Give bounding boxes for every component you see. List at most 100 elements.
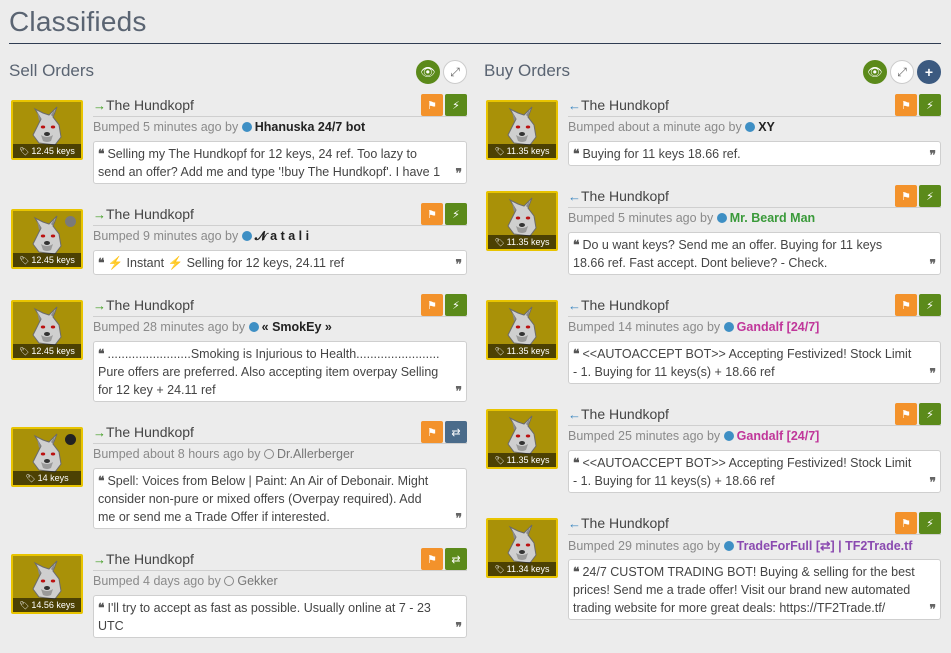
user-link[interactable]: Gekker	[237, 574, 277, 588]
online-status-icon	[723, 431, 734, 441]
online-status-icon	[716, 213, 727, 223]
eye-icon[interactable]: 👁	[863, 60, 887, 84]
sell-orders-tools: 👁 ⤢	[416, 60, 467, 84]
quote-close-icon: ❞	[455, 384, 463, 398]
flag-icon[interactable]: ⚑	[421, 203, 443, 225]
item-name[interactable]: The Hundkopf	[581, 297, 669, 313]
item-name[interactable]: The Hundkopf	[106, 424, 194, 440]
listing-header: →The Hundkopf ⚑ ⇄	[93, 421, 467, 444]
quote-open-icon: ❝	[573, 238, 580, 252]
flag-icon[interactable]: ⚑	[421, 94, 443, 116]
flag-icon[interactable]: ⚑	[895, 294, 917, 316]
user-link[interactable]: Mr. Beard Man	[730, 211, 815, 225]
user-link[interactable]: Dr.Allerberger	[277, 447, 354, 461]
item-name[interactable]: The Hundkopf	[106, 206, 194, 222]
item-thumbnail[interactable]: 🏷︎ 11.34 keys	[486, 518, 558, 578]
item-thumbnail[interactable]: 🏷︎ 11.35 keys	[486, 191, 558, 251]
bolt-icon[interactable]: ⚡︎	[919, 294, 941, 316]
user-link[interactable]: Gandalf [24/7]	[737, 429, 820, 443]
bolt-icon[interactable]: ⚡︎	[919, 94, 941, 116]
quote-close-icon: ❞	[455, 511, 463, 525]
item-title: →The Hundkopf	[93, 551, 194, 569]
item-thumbnail[interactable]: 🏷︎ 12.45 keys	[11, 209, 83, 269]
listing-comment: ❝ I'll try to accept as fast as possible.…	[93, 595, 467, 638]
bumped-text: Bumped about 8 hours ago by	[93, 447, 261, 461]
eye-icon[interactable]: 👁	[416, 60, 440, 84]
sell-orders-header: Sell Orders 👁 ⤢	[9, 54, 467, 94]
item-title: ←The Hundkopf	[568, 297, 669, 315]
user-link[interactable]: 𝓝 a t a l i	[255, 229, 309, 243]
listing-comment: ❝ Spell: Voices from Below | Paint: An Ai…	[93, 468, 467, 529]
price-tag-icon: 🏷︎	[494, 347, 505, 356]
price-value: 11.35 keys	[506, 146, 550, 156]
flag-icon[interactable]: ⚑	[895, 185, 917, 207]
item-price: 🏷︎ 11.34 keys	[488, 562, 556, 576]
sell-orders-column: Sell Orders 👁 ⤢ 🏷︎ 12.45 keys →The Hundko…	[9, 54, 467, 638]
item-thumbnail[interactable]: 🏷︎ 14.56 keys	[11, 554, 83, 614]
bolt-icon[interactable]: ⚡︎	[919, 403, 941, 425]
bolt-icon[interactable]: ⚡︎	[445, 294, 467, 316]
item-name[interactable]: The Hundkopf	[106, 551, 194, 567]
buy-orders-header: Buy Orders 👁 ⤢ +	[484, 54, 941, 94]
bumped-line: Bumped 5 minutes ago by Mr. Beard Man	[568, 211, 941, 229]
listing-comment: ❝ ........................Smoking is Inju…	[93, 341, 467, 402]
bumped-line: Bumped about 8 hours ago by Dr.Allerberg…	[93, 447, 467, 465]
user-link[interactable]: TradeForFull [⇄] | TF2Trade.tf	[737, 539, 913, 553]
listing-comment: ❝ <<AUTOACCEPT BOT>> Accepting Festivized…	[568, 450, 941, 493]
bumped-line: Bumped 9 minutes ago by 𝓝 a t a l i	[93, 229, 467, 247]
flag-icon[interactable]: ⚑	[895, 94, 917, 116]
expand-icon[interactable]: ⤢	[443, 60, 467, 84]
flag-icon[interactable]: ⚑	[421, 294, 443, 316]
flag-icon[interactable]: ⚑	[421, 421, 443, 443]
plus-icon[interactable]: +	[917, 60, 941, 84]
quote-close-icon: ❞	[929, 475, 937, 489]
bumped-text: Bumped 9 minutes ago by	[93, 229, 239, 243]
user-link[interactable]: Hhanuska 24/7 bot	[255, 120, 365, 134]
item-thumbnail[interactable]: 🏷︎ 12.45 keys	[11, 100, 83, 160]
quote-close-icon: ❞	[455, 166, 463, 180]
quote-close-icon: ❞	[929, 366, 937, 380]
user-link[interactable]: « SmokEy »	[262, 320, 332, 334]
listing-comment: ❝ <<AUTOACCEPT BOT>> Accepting Festivized…	[568, 341, 941, 384]
item-title: ←The Hundkopf	[568, 188, 669, 206]
user-link[interactable]: Gandalf [24/7]	[737, 320, 820, 334]
item-name[interactable]: The Hundkopf	[581, 188, 669, 204]
listing-actions: ⚑ ⚡︎	[421, 294, 467, 316]
comment-text: Do u want keys? Send me an offer. Buying…	[573, 238, 883, 270]
price-value: 14 keys	[37, 473, 69, 483]
item-thumbnail[interactable]: 🏷︎ 12.45 keys	[11, 300, 83, 360]
item-name[interactable]: The Hundkopf	[581, 406, 669, 422]
price-tag-icon: 🏷︎	[494, 238, 505, 247]
bolt-icon[interactable]: ⚡︎	[445, 94, 467, 116]
item-name[interactable]: The Hundkopf	[106, 297, 194, 313]
price-tag-icon: 🏷︎	[494, 147, 505, 156]
item-name[interactable]: The Hundkopf	[581, 515, 669, 531]
bolt-icon[interactable]: ⚡︎	[919, 185, 941, 207]
flag-icon[interactable]: ⚑	[895, 512, 917, 534]
bolt-icon[interactable]: ⚡︎	[445, 203, 467, 225]
trade-icon[interactable]: ⇄	[445, 421, 467, 443]
item-name[interactable]: The Hundkopf	[106, 97, 194, 113]
buy-orders-tools: 👁 ⤢ +	[863, 60, 941, 84]
item-name[interactable]: The Hundkopf	[581, 97, 669, 113]
arrow-right-icon: →	[93, 425, 106, 440]
flag-icon[interactable]: ⚑	[421, 548, 443, 570]
item-thumbnail[interactable]: 🏷︎ 11.35 keys	[486, 409, 558, 469]
listing-actions: ⚑ ⚡︎	[895, 512, 941, 534]
listing-header: ←The Hundkopf ⚑ ⚡︎	[568, 512, 941, 535]
item-thumbnail[interactable]: 🏷︎ 11.35 keys	[486, 100, 558, 160]
bolt-icon[interactable]: ⚡︎	[919, 512, 941, 534]
trade-icon[interactable]: ⇄	[445, 548, 467, 570]
arrow-right-icon: →	[93, 207, 106, 222]
item-price: 🏷︎ 11.35 keys	[488, 235, 556, 249]
item-thumbnail[interactable]: 🏷︎ 14 keys	[11, 427, 83, 487]
quote-close-icon: ❞	[929, 257, 937, 271]
user-link[interactable]: XY	[758, 120, 775, 134]
expand-icon[interactable]: ⤢	[890, 60, 914, 84]
listing-actions: ⚑ ⚡︎	[421, 203, 467, 225]
bumped-line: Bumped 4 days ago by Gekker	[93, 574, 467, 592]
item-thumbnail[interactable]: 🏷︎ 11.35 keys	[486, 300, 558, 360]
listing-details: ←The Hundkopf ⚑ ⚡︎ Bumped about a minute…	[568, 94, 941, 166]
flag-icon[interactable]: ⚑	[895, 403, 917, 425]
listing-header: ←The Hundkopf ⚑ ⚡︎	[568, 185, 941, 208]
